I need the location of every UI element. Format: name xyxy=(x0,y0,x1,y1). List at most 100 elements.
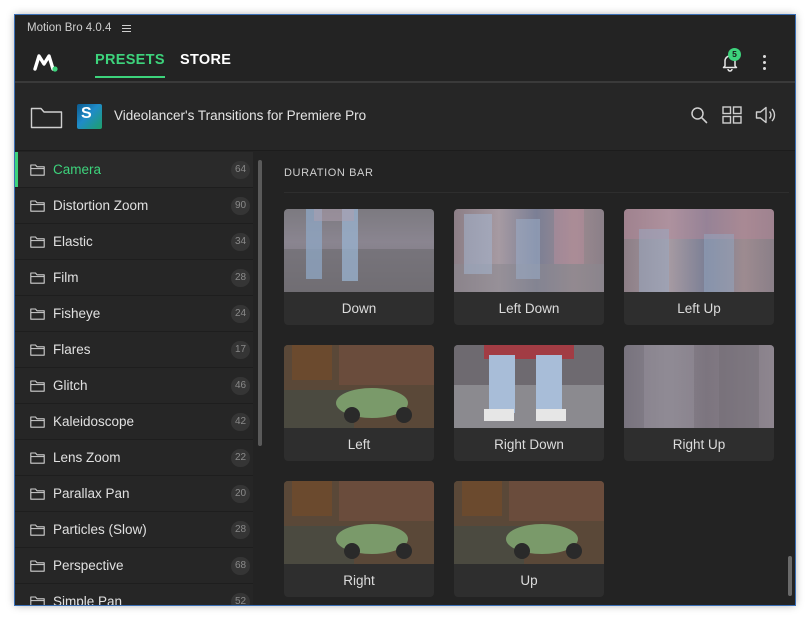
notification-badge: 5 xyxy=(728,48,741,61)
sidebar-item-count: 68 xyxy=(231,557,250,575)
sidebar-item-label: Elastic xyxy=(53,234,93,249)
preset-label: Right Up xyxy=(672,437,726,452)
preset-label: Left Up xyxy=(677,301,721,316)
sidebar-item-label: Camera xyxy=(53,162,102,177)
folder-icon xyxy=(30,488,45,500)
sidebar-item-simple-pan[interactable]: Simple Pan 52 xyxy=(15,584,253,605)
sidebar-item-glitch[interactable]: Glitch 46 xyxy=(15,368,253,404)
sidebar-item-label: Glitch xyxy=(53,378,88,393)
sidebar-item-count: 20 xyxy=(231,485,250,503)
sidebar-item-count: 46 xyxy=(231,377,250,395)
folder-icon xyxy=(30,164,45,176)
folder-icon xyxy=(30,596,45,605)
folder-icon xyxy=(30,200,45,212)
sidebar-item-count: 64 xyxy=(231,161,250,179)
search-icon[interactable] xyxy=(690,106,708,124)
folder-icon xyxy=(30,380,45,392)
folder-icon xyxy=(30,560,45,572)
folder-icon xyxy=(30,308,45,320)
sidebar-item-lens-zoom[interactable]: Lens Zoom 22 xyxy=(15,440,253,476)
sidebar-item-elastic[interactable]: Elastic 34 xyxy=(15,224,253,260)
tab-presets[interactable]: PRESETS xyxy=(95,52,165,78)
preset-thumbnail xyxy=(624,345,774,428)
hamburger-menu-icon[interactable] xyxy=(122,24,132,32)
preset-card-down[interactable]: Down xyxy=(284,209,434,325)
section-divider xyxy=(284,192,789,193)
sidebar-item-label: Simple Pan xyxy=(53,594,123,605)
folder-icon xyxy=(30,452,45,464)
sidebar-item-film[interactable]: Film 28 xyxy=(15,260,253,296)
sidebar-item-count: 17 xyxy=(231,341,250,359)
sidebar-item-label: Distortion Zoom xyxy=(53,198,149,213)
pack-bar: S Videolancer's Transitions for Premiere… xyxy=(15,83,795,151)
more-vertical-icon[interactable] xyxy=(760,54,770,70)
sidebar-item-label: Kaleidoscope xyxy=(53,414,135,429)
sidebar-item-count: 22 xyxy=(231,449,250,467)
folder-icon xyxy=(30,236,45,248)
preset-card-left[interactable]: Left xyxy=(284,345,434,461)
preset-label: Up xyxy=(520,573,538,588)
preset-card-left-down[interactable]: Left Down xyxy=(454,209,604,325)
preset-thumbnail xyxy=(454,345,604,428)
sidebar-item-camera[interactable]: Camera 64 xyxy=(15,152,253,188)
sidebar-item-label: Parallax Pan xyxy=(53,486,130,501)
sidebar-item-label: Fisheye xyxy=(53,306,101,321)
folder-icon xyxy=(30,524,45,536)
sidebar-item-label: Film xyxy=(53,270,79,285)
main-header: PRESETS STORE 5 xyxy=(15,41,795,83)
folder-icon[interactable] xyxy=(30,104,63,129)
preset-thumbnail xyxy=(624,209,774,292)
preset-thumbnail xyxy=(454,481,604,564)
sidebar-item-count: 42 xyxy=(231,413,250,431)
sidebar-item-kaleidoscope[interactable]: Kaleidoscope 42 xyxy=(15,404,253,440)
window-title: Motion Bro 4.0.4 xyxy=(27,22,112,34)
sidebar-item-parallax-pan[interactable]: Parallax Pan 20 xyxy=(15,476,253,512)
sidebar-item-label: Perspective xyxy=(53,558,124,573)
content-scrollbar[interactable] xyxy=(788,556,792,596)
preset-grid-area: DURATION BAR Down Left Down Left Up Left… xyxy=(269,152,795,605)
tab-store[interactable]: STORE xyxy=(180,52,231,68)
grid-view-icon[interactable] xyxy=(722,106,742,124)
preset-card-right-up[interactable]: Right Up xyxy=(624,345,774,461)
preset-card-right-down[interactable]: Right Down xyxy=(454,345,604,461)
app-window: Motion Bro 4.0.4 PRESETS STORE 5 S Video… xyxy=(15,15,795,605)
sidebar-item-particles-slow[interactable]: Particles (Slow) 28 xyxy=(15,512,253,548)
preset-card-right[interactable]: Right xyxy=(284,481,434,597)
sidebar-scrollbar[interactable] xyxy=(258,160,262,446)
pack-thumbnail[interactable]: S xyxy=(77,104,102,129)
sidebar-item-count: 24 xyxy=(231,305,250,323)
preset-label: Right Down xyxy=(494,437,564,452)
sidebar-item-fisheye[interactable]: Fisheye 24 xyxy=(15,296,253,332)
preset-thumbnail xyxy=(284,209,434,292)
sidebar-item-distortion-zoom[interactable]: Distortion Zoom 90 xyxy=(15,188,253,224)
preset-thumbnail xyxy=(454,209,604,292)
sidebar-item-label: Flares xyxy=(53,342,91,357)
title-bar: Motion Bro 4.0.4 xyxy=(15,15,795,41)
section-title: DURATION BAR xyxy=(284,167,374,179)
preset-label: Right xyxy=(343,573,375,588)
sidebar-item-count: 28 xyxy=(231,521,250,539)
preset-label: Left xyxy=(347,437,371,452)
preset-card-left-up[interactable]: Left Up xyxy=(624,209,774,325)
sidebar-item-count: 90 xyxy=(231,197,250,215)
preset-label: Down xyxy=(341,301,377,316)
sidebar-item-label: Particles (Slow) xyxy=(53,522,147,537)
preset-thumbnail xyxy=(284,481,434,564)
sidebar-item-count: 52 xyxy=(231,593,250,605)
folder-icon xyxy=(30,344,45,356)
folder-icon xyxy=(30,272,45,284)
preset-card-up[interactable]: Up xyxy=(454,481,604,597)
sidebar-item-flares[interactable]: Flares 17 xyxy=(15,332,253,368)
preset-thumbnail xyxy=(284,345,434,428)
speaker-icon[interactable] xyxy=(755,106,777,124)
sidebar-item-label: Lens Zoom xyxy=(53,450,121,465)
sidebar-item-count: 28 xyxy=(231,269,250,287)
pack-title[interactable]: Videolancer's Transitions for Premiere P… xyxy=(114,108,366,123)
pack-thumbnail-letter: S xyxy=(81,105,92,122)
sidebar-item-count: 34 xyxy=(231,233,250,251)
folder-icon xyxy=(30,416,45,428)
category-sidebar: Camera 64 Distortion Zoom 90 Elastic 34 … xyxy=(15,152,253,605)
preset-label: Left Down xyxy=(498,301,560,316)
motion-bro-logo[interactable] xyxy=(33,51,59,73)
sidebar-item-perspective[interactable]: Perspective 68 xyxy=(15,548,253,584)
